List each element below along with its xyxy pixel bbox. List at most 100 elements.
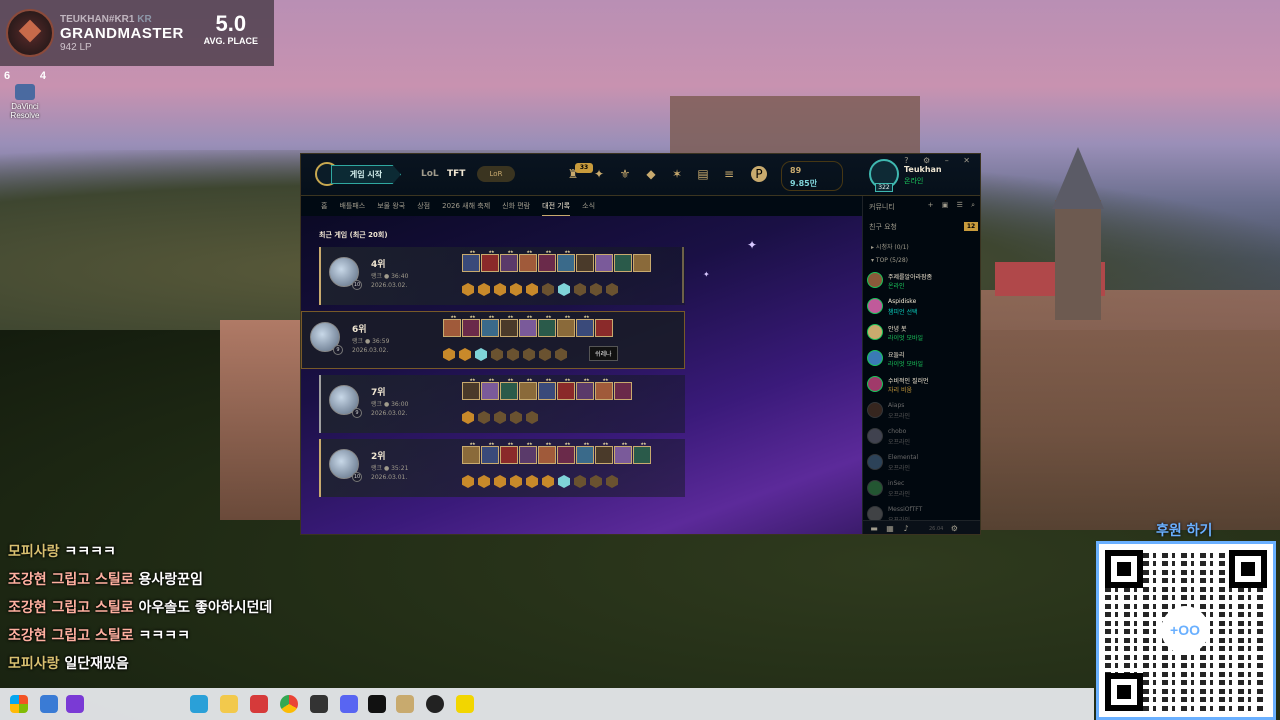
champion-unit[interactable]: ★★	[481, 441, 499, 464]
vivaldi-icon[interactable]	[250, 695, 268, 713]
champion-unit[interactable]: ★★	[443, 314, 461, 337]
trait-icon[interactable]	[523, 348, 535, 361]
friend-item[interactable]: 수비적인 질러먼 자리 비움	[867, 373, 980, 395]
subnav-news[interactable]: 소식	[582, 196, 595, 216]
champion-unit[interactable]: ★★	[519, 377, 537, 400]
match-row[interactable]: 9 6위 랭크 ● 36:59 2026.03.02. ★★ ★★ ★★ ★★ ★★ ★★…	[301, 311, 685, 369]
champion-unit[interactable]: ★★	[576, 377, 594, 400]
champion-unit[interactable]: ★★	[500, 314, 518, 337]
rp-icon[interactable]: P	[751, 166, 767, 182]
champion-unit[interactable]: ★★	[500, 441, 518, 464]
trait-icon[interactable]	[475, 348, 487, 361]
champion-unit[interactable]: ★★	[557, 249, 575, 272]
trait-icon[interactable]	[510, 411, 522, 424]
champion-unit[interactable]: ★★	[500, 249, 518, 272]
trait-icon[interactable]	[478, 283, 490, 296]
trait-icon[interactable]	[526, 475, 538, 488]
group-spectator[interactable]: ▸ 시청자 (0/1)	[871, 242, 909, 251]
subnav-codex[interactable]: 신화 편람	[502, 196, 530, 216]
match-row[interactable]: 10 2위 랭크 ● 35:21 2026.03.01. ★★ ★★ ★★ ★★ ★★ ★…	[319, 439, 685, 497]
friend-item[interactable]: 안녕 봇 라이엇 모바일	[867, 321, 980, 343]
trait-icon[interactable]	[459, 348, 471, 361]
windows-start-icon[interactable]	[10, 695, 28, 713]
loot-icon[interactable]: ◆	[643, 166, 659, 182]
subnav-event[interactable]: 2026 새해 축제	[442, 196, 490, 216]
trait-icon[interactable]	[542, 475, 554, 488]
champion-unit[interactable]: ★★	[557, 377, 575, 400]
champion-unit[interactable]: ★★	[462, 377, 480, 400]
kakaotalk-icon[interactable]	[456, 695, 474, 713]
champion-unit[interactable]: ★★	[519, 249, 537, 272]
champion-unit[interactable]: ★★	[519, 314, 537, 337]
lor-pill[interactable]: LoR	[477, 166, 515, 182]
subnav-match-history[interactable]: 대전 기록	[542, 196, 571, 216]
champion-unit[interactable]	[614, 382, 632, 400]
trait-icon[interactable]	[558, 475, 570, 488]
champion-unit[interactable]	[633, 254, 651, 272]
trait-icon[interactable]	[574, 475, 586, 488]
champion-unit[interactable]: ★★	[595, 441, 613, 464]
champion-unit[interactable]: ★★	[633, 441, 651, 464]
play-button[interactable]: 게임 시작	[331, 165, 401, 184]
trait-icon[interactable]	[558, 283, 570, 296]
riot-client-icon[interactable]	[396, 695, 414, 713]
trait-icon[interactable]	[590, 475, 602, 488]
desktop-icon-davinci[interactable]: 6 4 DaVinci Resolve	[4, 70, 46, 120]
match-row[interactable]: 10 4위 랭크 ● 36:40 2026.03.02. ★★ ★★ ★★ ★★ ★★ ★…	[319, 247, 685, 305]
profile-name[interactable]: Teukhan	[904, 165, 942, 174]
champion-unit[interactable]: ★★	[538, 377, 556, 400]
friend-item[interactable]: inSec 오프라인	[867, 477, 980, 499]
trait-icon[interactable]	[606, 475, 618, 488]
app-icon[interactable]	[310, 695, 328, 713]
match-row[interactable]: 9 7위 랭크 ● 36:00 2026.03.02. ★★ ★★ ★★ ★★ ★★ ★★…	[319, 375, 685, 433]
champion-unit[interactable]: ★★	[595, 377, 613, 400]
trait-icon[interactable]	[478, 411, 490, 424]
trait-icon[interactable]	[462, 475, 474, 488]
window-controls[interactable]: ? ⚙ – ✕	[904, 156, 976, 165]
trait-icon[interactable]	[443, 348, 455, 361]
friend-item[interactable]: Aiaps 오프라인	[867, 399, 980, 421]
trait-icon[interactable]	[510, 283, 522, 296]
subnav-store[interactable]: 상점	[417, 196, 430, 216]
champion-unit[interactable]: ★★	[614, 441, 632, 464]
discord-icon[interactable]	[340, 695, 358, 713]
social-actions[interactable]: + ▣ ☰ ⌕	[928, 201, 978, 210]
trait-icon[interactable]	[494, 475, 506, 488]
trait-icon[interactable]	[590, 283, 602, 296]
store-icon[interactable]: ≡	[721, 166, 737, 182]
trait-icon[interactable]	[507, 348, 519, 361]
champion-unit[interactable]: ★★	[557, 314, 575, 337]
league-taskbar-icon[interactable]	[368, 695, 386, 713]
boom-icon[interactable]: ✶	[669, 166, 685, 182]
subnav-treasure[interactable]: 보물 왕국	[377, 196, 405, 216]
trait-icon[interactable]	[510, 475, 522, 488]
friend-item[interactable]: 요들리 라이엇 모바일	[867, 347, 980, 369]
tactician-icon[interactable]: ✦	[591, 166, 607, 182]
champion-unit[interactable]: ★★	[538, 249, 556, 272]
group-top[interactable]: ▾ TOP (5/28)	[871, 257, 908, 264]
file-explorer-icon[interactable]	[220, 695, 238, 713]
champion-unit[interactable]: ★★	[481, 377, 499, 400]
friend-item[interactable]: Aspidiske 챔피언 선택	[867, 295, 980, 317]
trait-icon[interactable]	[462, 411, 474, 424]
trait-icon[interactable]	[542, 283, 554, 296]
collection-icon[interactable]: ▤	[695, 166, 711, 182]
profile-status[interactable]: 온라인	[904, 176, 923, 186]
donation-qr-code[interactable]: +OO	[1096, 541, 1276, 720]
champion-unit[interactable]: ★★	[576, 314, 594, 337]
trait-icon[interactable]	[478, 475, 490, 488]
champion-unit[interactable]: ★★	[538, 441, 556, 464]
tab-tft[interactable]: TFT	[447, 169, 465, 179]
arena-icon[interactable]: ⚜	[617, 166, 633, 182]
trait-icon[interactable]	[574, 283, 586, 296]
chrome-icon[interactable]	[280, 695, 298, 713]
obs-icon[interactable]	[426, 695, 444, 713]
friend-requests[interactable]: 친구 요청	[869, 222, 897, 232]
champion-unit[interactable]	[614, 254, 632, 272]
trait-icon[interactable]	[494, 283, 506, 296]
subnav-battlepass[interactable]: 배틀패스	[339, 196, 365, 216]
app-icon[interactable]	[66, 695, 84, 713]
friend-item[interactable]: chobo 오프라인	[867, 425, 980, 447]
settings-icon[interactable]: ⚙	[949, 524, 959, 534]
champion-unit[interactable]: ★★	[462, 314, 480, 337]
